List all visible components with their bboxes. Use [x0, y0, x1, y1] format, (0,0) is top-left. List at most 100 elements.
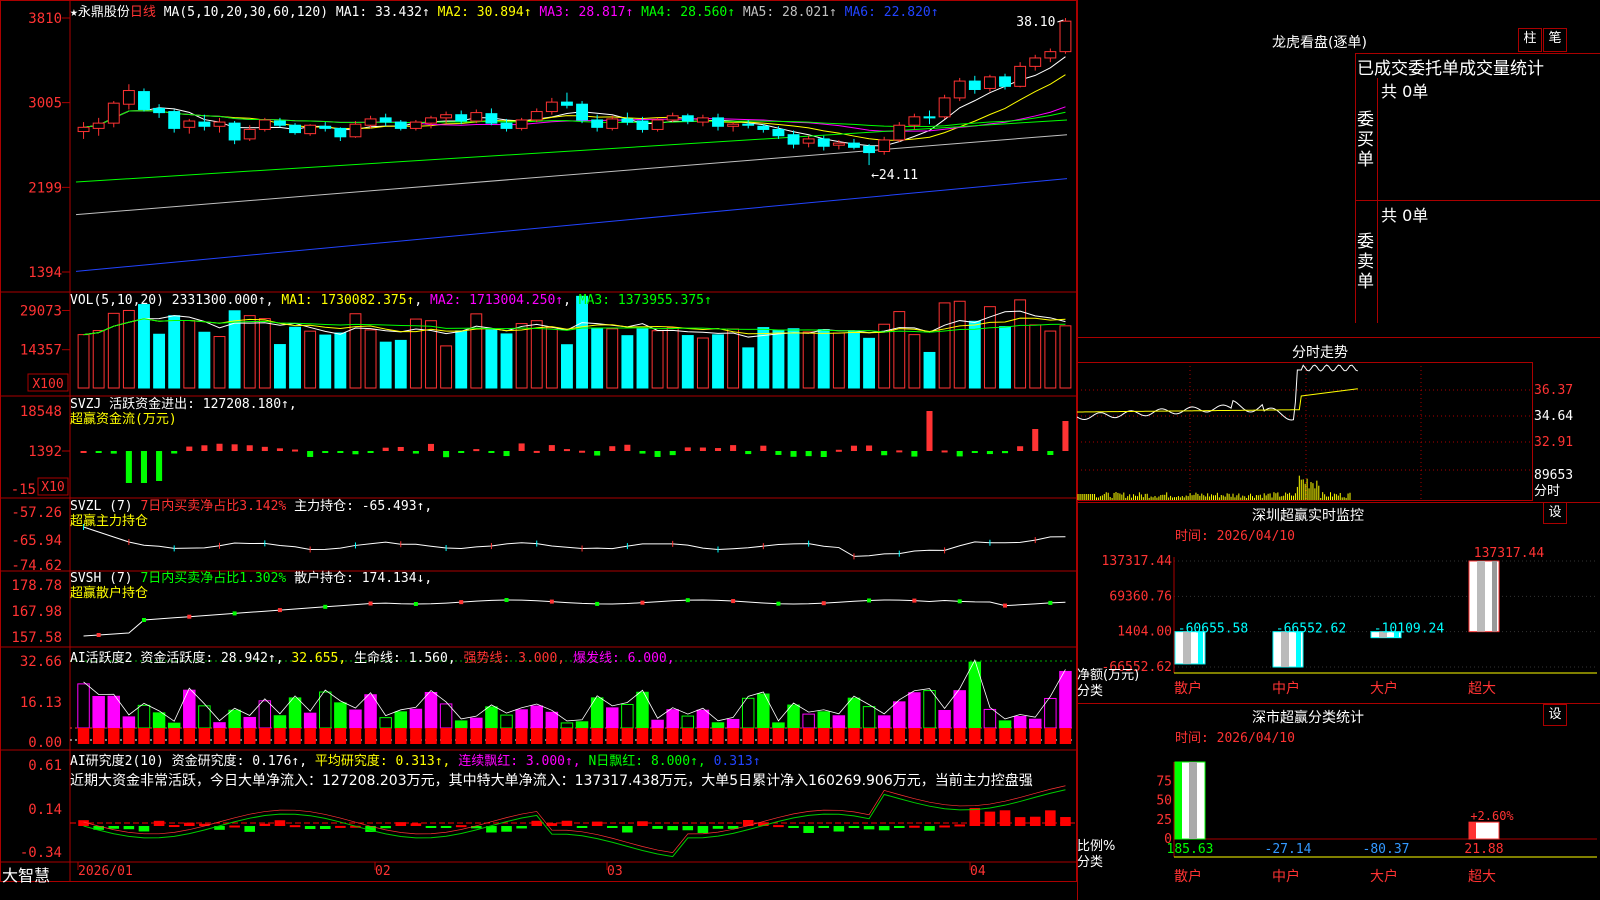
ai1-bar [409, 708, 423, 729]
svzj-bar [458, 451, 465, 453]
ai1-bar [122, 716, 136, 729]
ai1-base-bar [395, 728, 407, 744]
candle-body [228, 122, 241, 141]
intraday-title: 分时走势 [1292, 345, 1348, 361]
ai2-bar [561, 820, 573, 826]
vol-bar [168, 315, 181, 389]
ma-legend-6: MA6: 22.820↑ [844, 5, 939, 20]
column-button[interactable]: 柱 [1518, 28, 1542, 52]
candle-body [1059, 20, 1072, 53]
vol-bar [470, 313, 483, 389]
candle-body [712, 117, 724, 127]
intraday-chart[interactable]: 36.37 34.64 32.91 89653分时 [1077, 362, 1600, 502]
tick-button[interactable]: 笔 [1543, 28, 1567, 52]
period-label[interactable]: 日线 [130, 5, 156, 20]
vol-bar [651, 330, 664, 389]
svsh-marker [549, 599, 554, 604]
ai2-bar [380, 826, 391, 829]
svzj-bar [926, 411, 933, 451]
ai1-bar [485, 706, 498, 729]
ai2-bar [924, 826, 935, 831]
svzl-sub: 超赢主力持仓 [70, 514, 149, 529]
ai1-l4: 强势线: 3.000, [463, 651, 566, 666]
ai1-bar [167, 722, 181, 729]
ai1-base-bar [636, 728, 649, 744]
sz-xlabel: 分类 [1077, 684, 1104, 699]
class-tick: 50 [1156, 794, 1172, 809]
ai1-bar [273, 715, 287, 729]
ai1-base-bar [727, 728, 739, 744]
ai1-l5: 爆发线: 6.000, [572, 651, 675, 666]
ai1-bar [847, 697, 861, 729]
ai2-l3: 连续飘红: 3.000↑, [458, 754, 581, 769]
svzj-bar [594, 451, 601, 456]
candle-body [606, 118, 619, 129]
lh-title: 龙虎看盘(逐单) [1272, 35, 1367, 51]
ai2-bar [259, 823, 271, 826]
fs-tick: 36.37 [1534, 383, 1573, 398]
svzj-bar [881, 451, 888, 456]
candle-body [440, 114, 453, 119]
vol-bar [636, 328, 649, 389]
svzj-bar [775, 451, 782, 455]
vol-bar [696, 337, 709, 389]
price-tick-label: 1394 [28, 265, 62, 281]
candle-body [183, 120, 196, 128]
sz-category-label: 散户 [1174, 680, 1202, 697]
main-legend: ★永鼎股份日线 MA(5,10,20,30,60,120) MA1: 33.43… [70, 1, 939, 20]
vol-bar [183, 320, 196, 389]
svzj-unit: X10 [41, 480, 64, 495]
svzj-bar [473, 449, 480, 452]
ai2-bar [289, 825, 301, 828]
ai2-bar [274, 820, 286, 826]
ai2-bar [229, 825, 240, 828]
candle-body [394, 121, 407, 129]
svzl-tick: -74.62 [11, 558, 62, 574]
vol-bar [153, 333, 166, 389]
ai1-bar [1013, 716, 1027, 729]
ai2-l5: 0.313↑ [713, 754, 761, 769]
svzj-bar [654, 451, 661, 457]
star-icon: ★ [70, 5, 78, 20]
ai2-bar [954, 824, 965, 827]
ma-legend-3: MA3: 28.817↑ [539, 5, 642, 20]
ai1-base-bar [530, 728, 543, 744]
ai1-bar [938, 709, 951, 729]
ai1-base-bar [938, 728, 951, 744]
stock-name[interactable]: 永鼎股份 [78, 5, 130, 20]
ai1-base-bar [274, 728, 286, 744]
ai1-base-bar [712, 728, 724, 744]
ai2-l4: N日飘红: 8.000↑, [588, 754, 706, 769]
class-category-label: 大户 [1370, 868, 1398, 885]
candle-body [999, 76, 1011, 87]
sz-settings-button[interactable]: 设 [1543, 502, 1567, 524]
ai2-bar [1014, 817, 1026, 826]
ai1-base-bar [848, 728, 860, 744]
candle-body [77, 126, 90, 133]
ai1-base-bar [123, 728, 135, 744]
ai1-base-bar [772, 728, 785, 744]
ai1-title: AI活跃度2 [70, 651, 133, 666]
ai1-base-bar [92, 728, 105, 744]
ai1-base-bar [213, 728, 226, 744]
ai1-base-bar [893, 728, 906, 744]
svzj-bar [911, 451, 918, 457]
ai2-bar [803, 826, 814, 833]
candle-body [938, 97, 951, 118]
ai1-bar [319, 691, 332, 729]
ai2-bar [304, 826, 316, 830]
order-stats-tabs[interactable]: 已成交委托单成交量统计 [1357, 54, 1544, 79]
right-panel: 龙虎看盘(逐单) 柱 笔 已成交委托单成交量统计 委买单 共 0单 特大00%大… [1077, 0, 1600, 900]
svsh-line [83, 599, 1066, 637]
buy-total: 共 0单 [1381, 82, 1429, 101]
ai1-base-bar [923, 728, 936, 744]
svsh-legend: SVSH (7) 7日内买卖净占比1.302% 散户持仓: 174.134↓, 超… [70, 571, 432, 601]
class-settings-button[interactable]: 设 [1543, 704, 1567, 726]
ai2-bar [848, 826, 860, 828]
ai1-bar [953, 690, 966, 729]
sz-bar-edge [1492, 561, 1497, 632]
buy-side-label: 委买单 [1357, 110, 1374, 170]
ai2-legend: AI研究度2(10) 资金研究度: 0.176↑, 平均研究度: 0.313↑,… [70, 750, 761, 769]
x-label-apr: 04 [970, 864, 986, 879]
ai1-l2: 32.655, [291, 651, 347, 666]
